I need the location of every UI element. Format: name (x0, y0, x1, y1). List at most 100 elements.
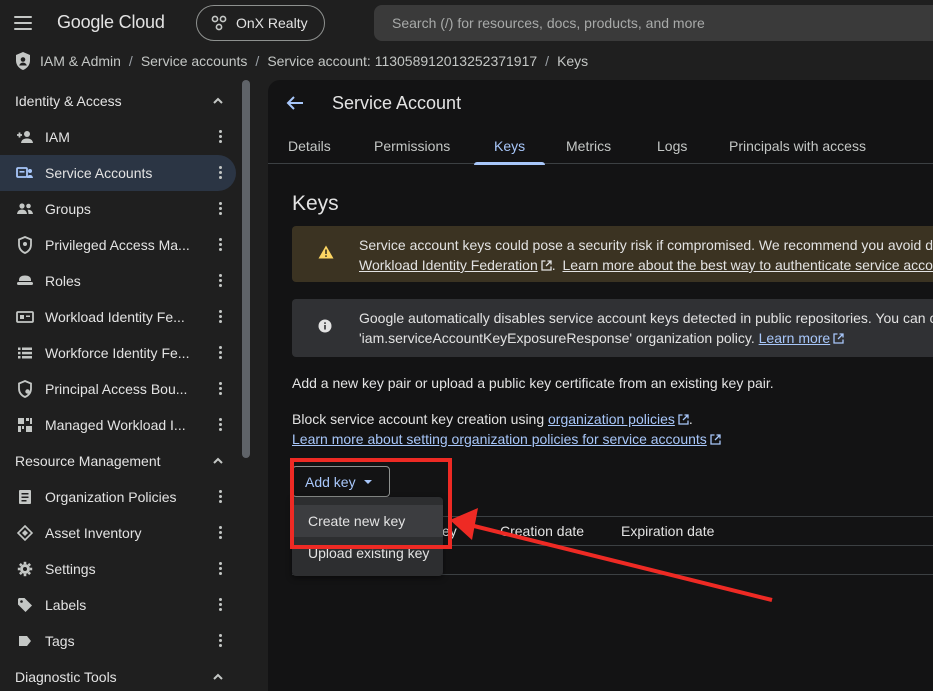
create-new-key-menu-item[interactable]: Create new key (292, 505, 443, 537)
more-vert-icon[interactable] (216, 273, 224, 289)
more-vert-icon[interactable] (216, 381, 224, 397)
list-icon (16, 344, 34, 362)
more-vert-icon[interactable] (216, 525, 224, 541)
column-creation-date[interactable]: Creation date (500, 523, 584, 539)
organization-policies-link[interactable]: organization policies (548, 411, 675, 427)
diamond-icon (16, 524, 34, 542)
sidebar-item-tags[interactable]: Tags (0, 623, 236, 659)
sidebar-item-organization-policies[interactable]: Organization Policies (0, 479, 236, 515)
sidebar-item-label: Organization Policies (45, 489, 177, 505)
sidebar-scrollbar[interactable] (242, 80, 250, 458)
sidebar-item-workforce-identity[interactable]: Workforce Identity Fe... (0, 335, 236, 371)
sidebar-item-service-accounts[interactable]: Service Accounts (0, 155, 236, 191)
sidebar-item-label: Settings (45, 561, 96, 577)
tab-metrics[interactable]: Metrics (566, 127, 611, 164)
breadcrumb-keys: Keys (557, 53, 589, 69)
sidebar: Identity & Access IAM Service Accounts G… (0, 80, 244, 691)
tab-permissions[interactable]: Permissions (374, 127, 450, 164)
more-vert-icon[interactable] (216, 129, 224, 145)
chevron-up-icon (213, 97, 223, 104)
groups-icon (16, 200, 34, 218)
tab-logs[interactable]: Logs (657, 127, 687, 164)
sidebar-item-roles[interactable]: Roles (0, 263, 236, 299)
more-vert-icon[interactable] (216, 345, 224, 361)
sidebar-item-label: Workforce Identity Fe... (45, 345, 190, 361)
column-expiration-date[interactable]: Expiration date (621, 523, 714, 539)
section-identity-access[interactable]: Identity & Access (0, 84, 236, 118)
policy-icon (16, 488, 34, 506)
keys-section-title: Keys (292, 192, 339, 215)
sidebar-item-asset-inventory[interactable]: Asset Inventory (0, 515, 236, 551)
info-text: Google automatically disables service ac… (359, 310, 933, 326)
gear-icon (16, 560, 34, 578)
label-icon (16, 596, 34, 614)
page-header: Service Account (268, 80, 933, 126)
breadcrumb-iam-admin[interactable]: IAM & Admin (40, 53, 121, 69)
search-input[interactable] (392, 15, 932, 31)
upload-existing-key-menu-item[interactable]: Upload existing key (292, 537, 443, 569)
add-person-icon (16, 128, 34, 146)
column-key[interactable]: ey (442, 523, 457, 539)
sidebar-item-label: Workload Identity Fe... (45, 309, 185, 325)
sidebar-item-label: Roles (45, 273, 81, 289)
sidebar-item-label: Tags (45, 633, 75, 649)
learn-more-link[interactable]: Learn more (759, 330, 831, 346)
add-key-description: Add a new key pair or upload a public ke… (292, 375, 774, 391)
grid-icon (16, 416, 34, 434)
block-text-prefix: Block service account key creation using (292, 411, 545, 427)
section-diagnostic-tools[interactable]: Diagnostic Tools (0, 660, 236, 691)
tab-principals-with-access[interactable]: Principals with access (729, 127, 866, 164)
page-title: Service Account (332, 92, 462, 113)
add-key-label: Add key (305, 473, 356, 490)
breadcrumb-separator: / (128, 53, 133, 69)
learn-more-authenticate-link[interactable]: Learn more about the best way to authent… (563, 257, 933, 273)
chevron-up-icon (213, 673, 223, 680)
external-link-icon (541, 260, 552, 271)
learn-more-org-policies-link[interactable]: Learn more about setting organization po… (292, 431, 707, 447)
google-cloud-logo[interactable]: Google Cloud (57, 12, 165, 33)
breadcrumb-service-account[interactable]: Service account: 113058912013252371917 (267, 53, 537, 69)
hamburger-menu-icon[interactable] (10, 11, 36, 35)
sidebar-item-label: Principal Access Bou... (45, 381, 188, 397)
service-account-icon (16, 164, 34, 182)
sidebar-item-privileged-access[interactable]: Privileged Access Ma... (0, 227, 236, 263)
search-bar[interactable] (374, 5, 933, 41)
more-vert-icon[interactable] (216, 201, 224, 217)
breadcrumb-separator: / (255, 53, 260, 69)
sidebar-item-label: Asset Inventory (45, 525, 142, 541)
top-bar: Google Cloud OnX Realty (0, 0, 933, 46)
external-link-icon (678, 414, 689, 425)
tab-details[interactable]: Details (288, 127, 331, 164)
more-vert-icon[interactable] (216, 597, 224, 613)
more-vert-icon[interactable] (216, 165, 224, 181)
project-hub-icon (211, 15, 227, 31)
sidebar-item-label: Managed Workload I... (45, 417, 186, 433)
project-name: OnX Realty (236, 15, 308, 31)
warning-text: Service account keys could pose a securi… (359, 237, 933, 253)
sidebar-item-groups[interactable]: Groups (0, 191, 236, 227)
add-key-button[interactable]: Add key (292, 466, 390, 497)
sidebar-item-managed-workload[interactable]: Managed Workload I... (0, 407, 236, 443)
principal-access-icon (16, 380, 34, 398)
tag-icon (16, 632, 34, 650)
shield-icon (16, 236, 34, 254)
sidebar-item-principal-access[interactable]: Principal Access Bou... (0, 371, 236, 407)
more-vert-icon[interactable] (216, 561, 224, 577)
workload-identity-federation-link[interactable]: Workload Identity Federation (359, 257, 538, 273)
id-card-icon (16, 308, 34, 326)
breadcrumb-service-accounts[interactable]: Service accounts (141, 53, 248, 69)
sidebar-item-workload-identity[interactable]: Workload Identity Fe... (0, 299, 236, 335)
project-picker-button[interactable]: OnX Realty (196, 5, 325, 41)
sidebar-item-labels[interactable]: Labels (0, 587, 236, 623)
sidebar-item-iam[interactable]: IAM (0, 119, 236, 155)
back-arrow-icon[interactable] (286, 91, 310, 115)
more-vert-icon[interactable] (216, 417, 224, 433)
section-resource-management[interactable]: Resource Management (0, 444, 236, 478)
more-vert-icon[interactable] (216, 489, 224, 505)
more-vert-icon[interactable] (216, 633, 224, 649)
more-vert-icon[interactable] (216, 309, 224, 325)
roles-icon (16, 272, 34, 290)
sidebar-item-settings[interactable]: Settings (0, 551, 236, 587)
more-vert-icon[interactable] (216, 237, 224, 253)
tab-keys[interactable]: Keys (474, 127, 546, 165)
